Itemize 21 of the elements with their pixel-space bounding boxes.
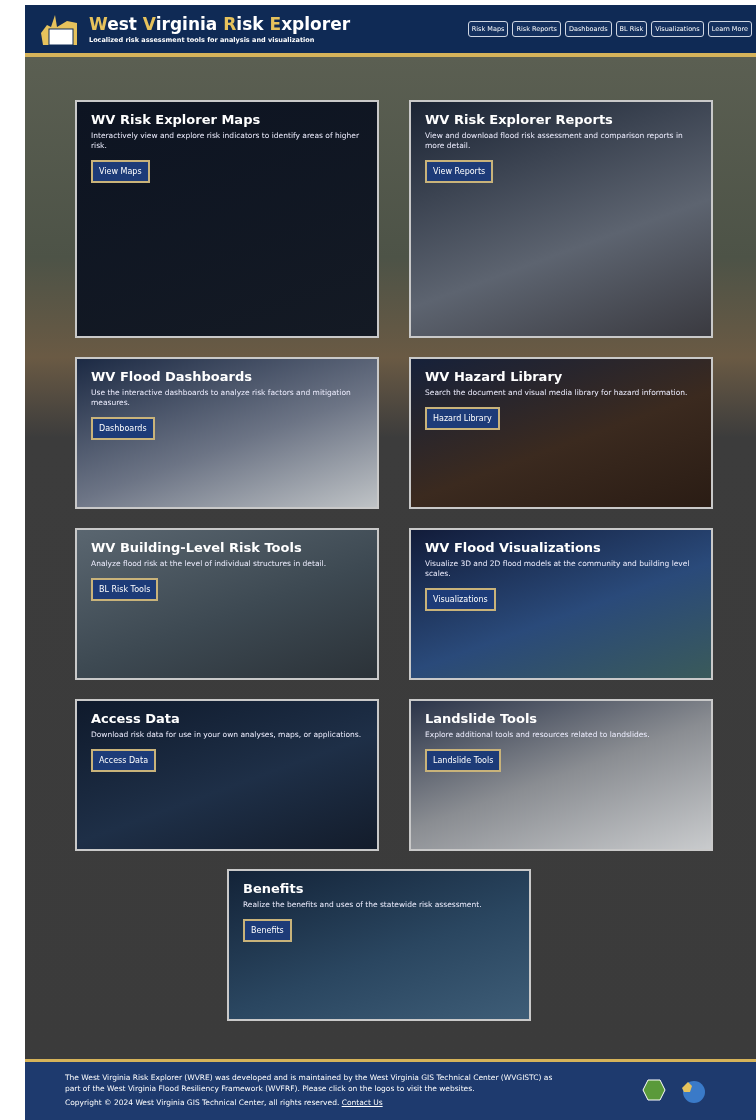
card-button[interactable]: Dashboards <box>91 417 155 441</box>
card-title: WV Risk Explorer Maps <box>91 112 261 127</box>
card-button[interactable]: View Reports <box>425 160 494 184</box>
card-button[interactable]: Hazard Library <box>425 407 500 431</box>
card-title: Landslide Tools <box>425 711 538 726</box>
hexagon-logo-icon[interactable] <box>642 1078 666 1102</box>
card-button[interactable]: Landslide Tools <box>425 749 502 773</box>
card-button[interactable]: View Maps <box>91 160 150 184</box>
card-button[interactable]: BL Risk Tools <box>91 578 159 602</box>
card-title: WV Hazard Library <box>425 369 563 384</box>
card-button[interactable]: Access Data <box>91 749 157 773</box>
globe-logo-icon[interactable] <box>680 1078 706 1104</box>
card-title: WV Risk Explorer Reports <box>425 112 613 127</box>
card-title: WV Flood Visualizations <box>425 540 601 555</box>
card-title: WV Building-Level Risk Tools <box>91 540 302 555</box>
card-title: Benefits <box>243 881 304 896</box>
card-title: Access Data <box>91 711 180 726</box>
card-button[interactable]: Benefits <box>243 919 292 943</box>
site-title: West Virginia Risk Explorer <box>89 14 351 34</box>
card-button[interactable]: Visualizations <box>425 588 496 612</box>
card-title: WV Flood Dashboards <box>91 369 252 384</box>
